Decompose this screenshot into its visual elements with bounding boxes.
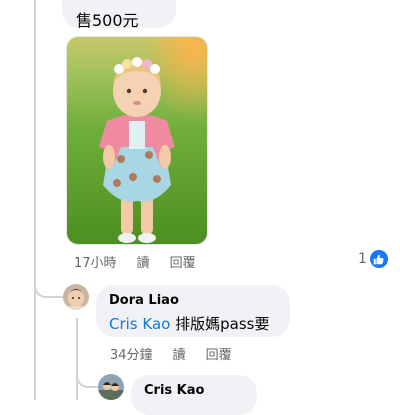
comment-photo[interactable] [66, 36, 208, 245]
reply-author[interactable]: Dora Liao [109, 293, 179, 308]
read-link[interactable]: 讀 [137, 256, 150, 271]
reply-link[interactable]: 回覆 [170, 256, 196, 271]
thread-line-nested [76, 318, 78, 400]
thread-curve-reply2 [76, 362, 100, 388]
photo-toddler-on-grass [67, 37, 207, 244]
reply-bubble-dora[interactable]: Dora Liao Cris Kao 排版媽pass要 [96, 285, 290, 337]
reply-body: Cris Kao 排版媽pass要 [109, 313, 269, 334]
reaction-count[interactable]: 1 [358, 250, 388, 268]
like-count: 1 [358, 251, 367, 267]
comment-bubble-previous[interactable]: 售500元 [62, 0, 176, 30]
avatar-cris[interactable] [98, 374, 124, 400]
comment-time: 17小時 [74, 256, 117, 271]
mention-link[interactable]: Cris Kao [109, 315, 170, 333]
comment-actions: 17小時 讀 回覆 [74, 252, 196, 271]
thumbs-up-icon [369, 250, 388, 268]
reply-bubble-cris[interactable]: Cris Kao [131, 375, 257, 415]
avatar-dora[interactable] [63, 284, 89, 310]
reply-text: 排版媽pass要 [170, 315, 270, 333]
reply-actions: 34分鐘 讀 回覆 [110, 344, 232, 363]
thread-line-main [34, 0, 36, 400]
thread-curve-reply1 [34, 268, 64, 298]
read-link[interactable]: 讀 [173, 348, 186, 363]
reply-author[interactable]: Cris Kao [144, 383, 204, 398]
reply-time: 34分鐘 [110, 348, 153, 363]
reply-link[interactable]: 回覆 [206, 348, 232, 363]
comment-text: 售500元 [76, 11, 139, 30]
